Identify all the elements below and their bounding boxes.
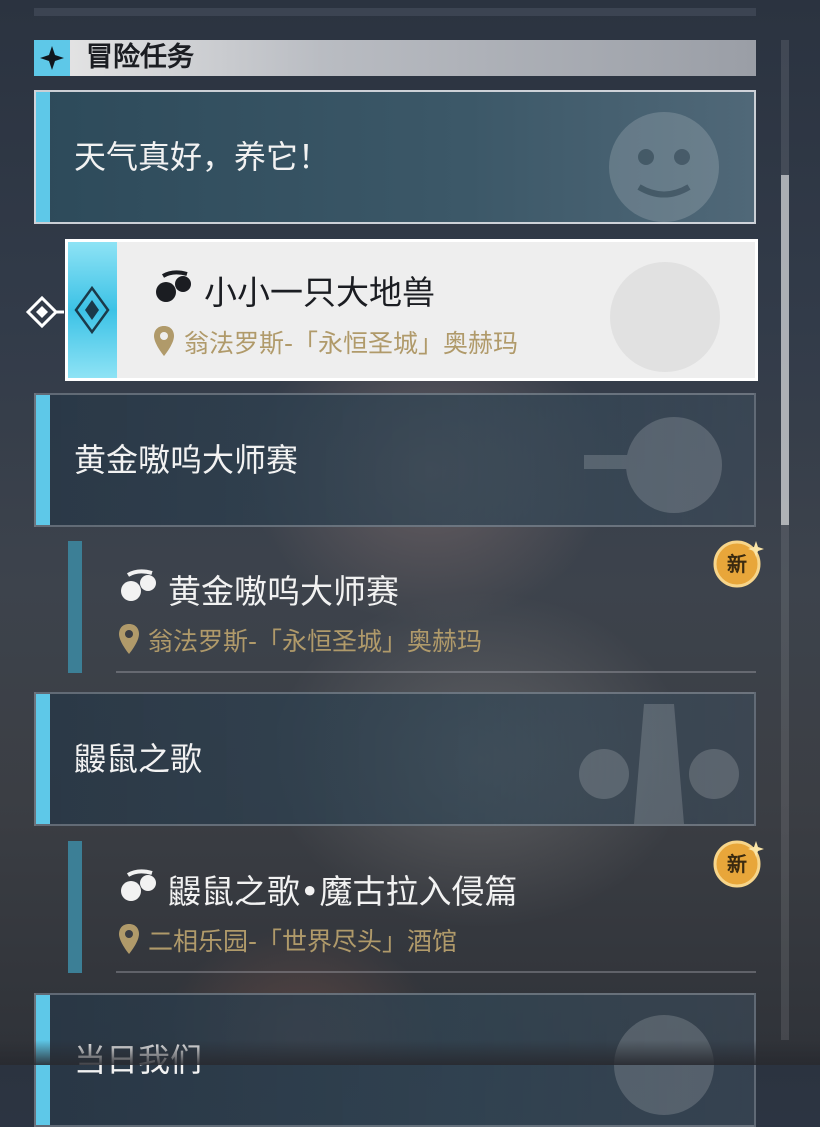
quest-divider [116, 671, 756, 673]
quest-type-icon [121, 569, 156, 601]
quest-location: 翁法罗斯-「永恒圣城」奥赫玛 [148, 627, 483, 656]
group-title: 鼹鼠之歌 [74, 740, 203, 778]
location-pin-icon [119, 624, 139, 654]
quest-title: 鼹鼠之歌•魔古拉入侵篇 [168, 872, 518, 911]
group-accent-bar [36, 694, 50, 824]
quest-title: 小小一只大地兽 [204, 273, 435, 312]
quest-group-2[interactable]: 黄金嗷呜大师赛 [34, 393, 756, 527]
quest-group-3[interactable]: 鼹鼠之歌 [34, 692, 756, 826]
selected-pointer-icon [25, 295, 64, 329]
group-title: 黄金嗷呜大师赛 [74, 441, 299, 479]
mascot-emblem-icon [609, 112, 719, 222]
mascot-emblem-icon [584, 417, 722, 513]
location-pin-icon [154, 326, 174, 356]
bottom-fade [0, 1040, 820, 1065]
diamond-icon [74, 285, 110, 335]
mascot-emblem-icon [610, 262, 720, 372]
location-pin-icon [119, 924, 139, 954]
tower-emblem-icon [579, 704, 739, 824]
quest-title: 黄金嗷呜大师赛 [168, 572, 399, 611]
quest-type-icon [156, 270, 191, 302]
quest-divider [116, 971, 756, 973]
quest-group-1[interactable]: 天气真好，养它！ [34, 90, 756, 224]
section-title: 冒险任务 [86, 42, 194, 73]
quest-accent-bar [68, 841, 82, 973]
quest-item[interactable]: 鼹鼠之歌•魔古拉入侵篇 二相乐园-「世界尽头」酒馆 [68, 841, 756, 981]
group-accent-bar [36, 92, 50, 222]
group-accent-bar [36, 395, 50, 525]
group-title: 天气真好，养它！ [74, 138, 331, 176]
selected-strip [68, 242, 117, 378]
new-badge: 新 [710, 837, 764, 891]
quest-location: 翁法罗斯-「永恒圣城」奥赫玛 [184, 329, 519, 358]
mascot-emblem-icon [614, 1015, 714, 1115]
new-badge-label: 新 [727, 552, 747, 576]
quest-item-selected[interactable]: 小小一只大地兽 翁法罗斯-「永恒圣城」奥赫玛 [65, 239, 758, 381]
quest-item[interactable]: 黄金嗷呜大师赛 翁法罗斯-「永恒圣城」奥赫玛 [68, 541, 756, 681]
section-header: 冒险任务 [34, 40, 756, 76]
sparkle-icon [34, 40, 70, 76]
quest-accent-bar [68, 541, 82, 673]
new-badge-label: 新 [727, 852, 747, 876]
scrollbar-thumb[interactable] [781, 175, 789, 525]
quest-type-icon [121, 869, 156, 901]
top-divider [34, 8, 756, 16]
quest-location: 二相乐园-「世界尽头」酒馆 [148, 927, 458, 956]
new-badge: 新 [710, 537, 764, 591]
